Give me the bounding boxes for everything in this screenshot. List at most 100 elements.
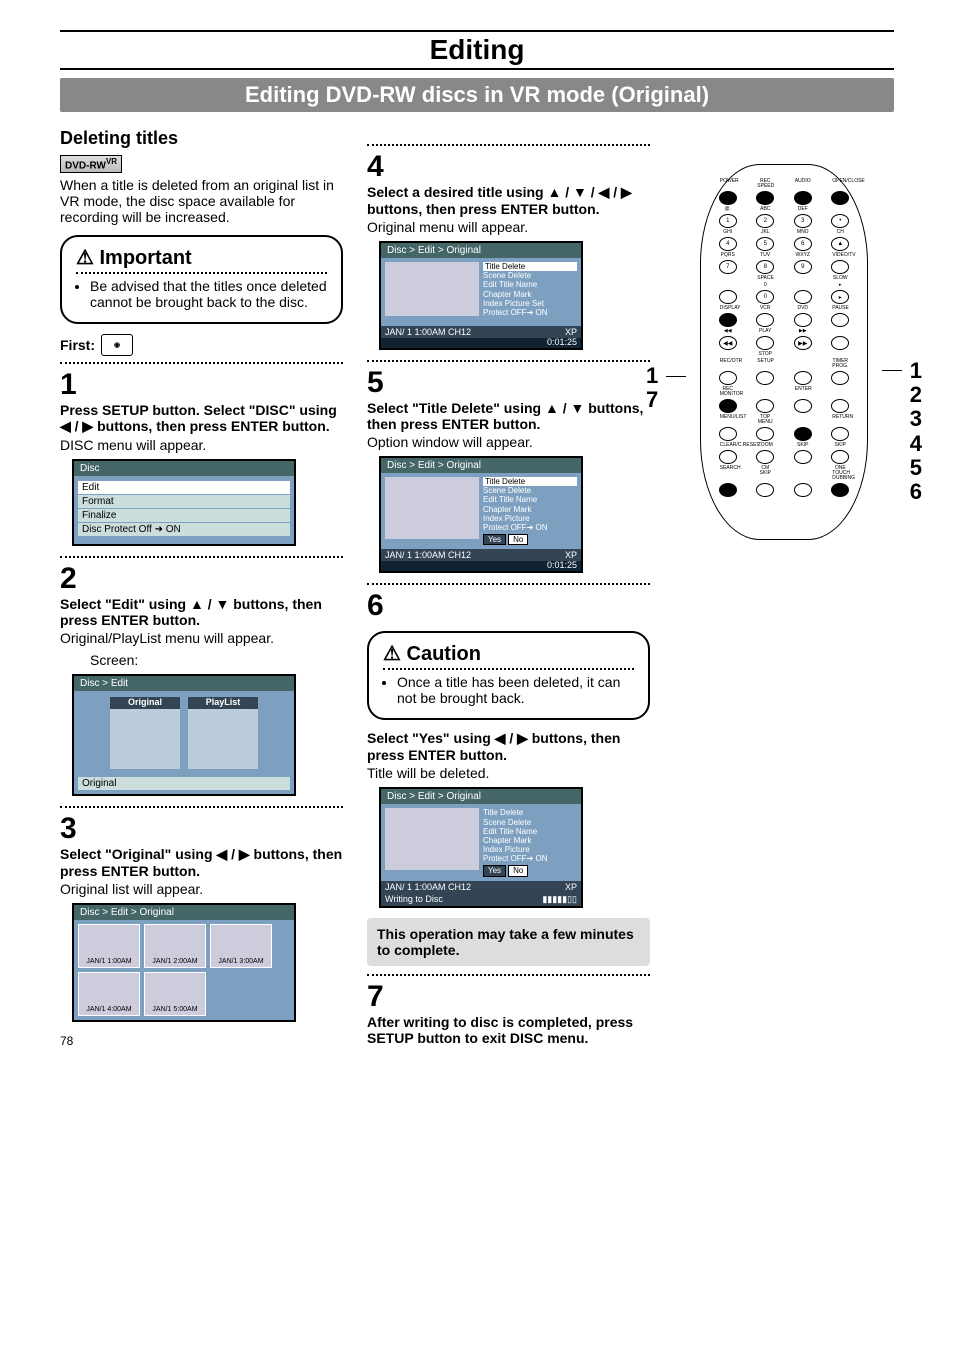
gray-note: This operation may take a few minutes to… [367, 918, 650, 966]
menu4-item: Index Picture Set [483, 299, 577, 308]
remote-button: 0 [756, 290, 774, 304]
step-1-desc: DISC menu will appear. [60, 437, 343, 453]
original-box: Original [110, 697, 180, 769]
separator [367, 144, 650, 146]
remote-button: • [831, 214, 849, 228]
playlist-box: PlayList [188, 697, 258, 769]
remote-label: VCR [757, 306, 773, 311]
remote-button [756, 399, 774, 413]
remote-label: @. [720, 207, 736, 212]
remote-button [831, 427, 849, 441]
step-6-desc: Title will be deleted. [367, 765, 650, 781]
callout-num: 1 [646, 364, 658, 388]
remote-label: ▶▶ [795, 329, 811, 334]
remote-label: SKIP [795, 443, 811, 448]
step-1-instr: Press SETUP button. Select "DISC" using … [60, 402, 343, 435]
remote-button [756, 483, 774, 497]
remote-label [795, 283, 811, 288]
remote-control-diagram: POWERREC SPEEDAUDIOOPEN/CLOSE@.ABCDEF123… [700, 164, 868, 540]
remote-button [831, 483, 849, 497]
step-3-desc: Original list will appear. [60, 881, 343, 897]
separator [60, 362, 343, 364]
step-6-number: 6 [367, 591, 650, 621]
remote-button: 8 [756, 260, 774, 274]
remote-label: AUDIO [795, 179, 811, 189]
separator [367, 360, 650, 362]
remote-label [720, 283, 736, 288]
remote-button [719, 450, 737, 464]
callout-num: 2 [910, 383, 922, 407]
remote-label: REC/OTR [720, 359, 736, 369]
caution-bullet: Once a title has been deleted, it can no… [397, 674, 634, 706]
remote-button [794, 399, 812, 413]
remote-label: WXYZ [795, 253, 811, 258]
remote-button [794, 290, 812, 304]
menu-screenshot-6: Disc > Edit > Original Title Delete Scen… [379, 787, 583, 907]
remote-button [719, 483, 737, 497]
remote-button: 3 [794, 214, 812, 228]
menu2-header: Disc > Edit [74, 676, 294, 691]
thumb: JAN/1 5:00AM [144, 972, 206, 1016]
remote-label: REC SPEED [757, 179, 773, 189]
remote-label [832, 329, 848, 334]
menu-screenshot-2: Disc > Edit Original PlayList Original [72, 674, 296, 796]
remote-button [719, 371, 737, 385]
remote-label [832, 352, 848, 357]
leader-line [666, 376, 686, 377]
remote-label: TUV [757, 253, 773, 258]
remote-button [831, 336, 849, 350]
remote-button [794, 450, 812, 464]
remote-button [719, 290, 737, 304]
remote-button [831, 371, 849, 385]
remote-label [720, 352, 736, 357]
remote-callout-right: 1 2 3 4 5 6 [910, 359, 922, 504]
remote-button: 2 [756, 214, 774, 228]
original-label: Original [110, 697, 180, 707]
remote-label [795, 415, 811, 425]
callout-num: 7 [646, 388, 658, 412]
remote-button [756, 371, 774, 385]
remote-button: ▲ [831, 237, 849, 251]
remote-button [756, 336, 774, 350]
remote-label: MENU/LIST [720, 415, 736, 425]
remote-label: GHI [720, 230, 736, 235]
step-2-number: 2 [60, 564, 343, 594]
step-4-desc: Original menu will appear. [367, 219, 650, 235]
menu5-item: Title Delete [483, 477, 577, 486]
menu1-item: Finalize [78, 509, 290, 522]
menu-screenshot-1: Disc Edit Format Finalize Disc Protect O… [72, 459, 296, 546]
intro-text: When a title is deleted from an original… [60, 177, 343, 225]
thumb: JAN/1 1:00AM [78, 924, 140, 968]
remote-callout-left: 1 7 [646, 364, 658, 412]
menu5-time: 0:01:25 [547, 560, 577, 570]
step-2-instr: Select "Edit" using ▲ / ▼ buttons, then … [60, 596, 343, 628]
separator [60, 806, 343, 808]
menu5-item: Scene Delete [483, 486, 577, 495]
remote-label: ONE TOUCH DUBBING [832, 466, 848, 481]
remote-button [794, 191, 812, 205]
remote-button: 1 [719, 214, 737, 228]
remote-label: ZOOM [757, 443, 773, 448]
menu5-item: Index Picture [483, 514, 577, 523]
menu5-item: Chapter Mark [483, 505, 577, 514]
remote-button [756, 191, 774, 205]
remote-label [832, 387, 848, 397]
menu-screenshot-4: Disc > Edit > Original Title Delete Scen… [379, 241, 583, 350]
disc-icon: ◉ [101, 334, 133, 356]
menu6-item: Protect OFF➜ ON [483, 854, 577, 863]
callout-num: 6 [910, 480, 922, 504]
step-6-instr: Select "Yes" using ◀ / ▶ buttons, then p… [367, 730, 650, 763]
remote-label: SEARCH [720, 466, 736, 481]
remote-label: SKIP [832, 443, 848, 448]
step-7-number: 7 [367, 982, 650, 1012]
thumb: JAN/1 3:00AM [210, 924, 272, 968]
remote-label: DEF [795, 207, 811, 212]
remote-label [795, 359, 811, 369]
column-3: 1 7 1 2 3 4 5 6 POWERREC SPEEDAUDIOOPEN/… [674, 124, 894, 1048]
leader-line [882, 370, 902, 371]
step-3-number: 3 [60, 814, 343, 844]
menu1-item: Format [78, 495, 290, 508]
remote-button [831, 260, 849, 274]
callout-num: 4 [910, 432, 922, 456]
menu5-status: JAN/ 1 1:00AM CH12 [385, 550, 471, 560]
